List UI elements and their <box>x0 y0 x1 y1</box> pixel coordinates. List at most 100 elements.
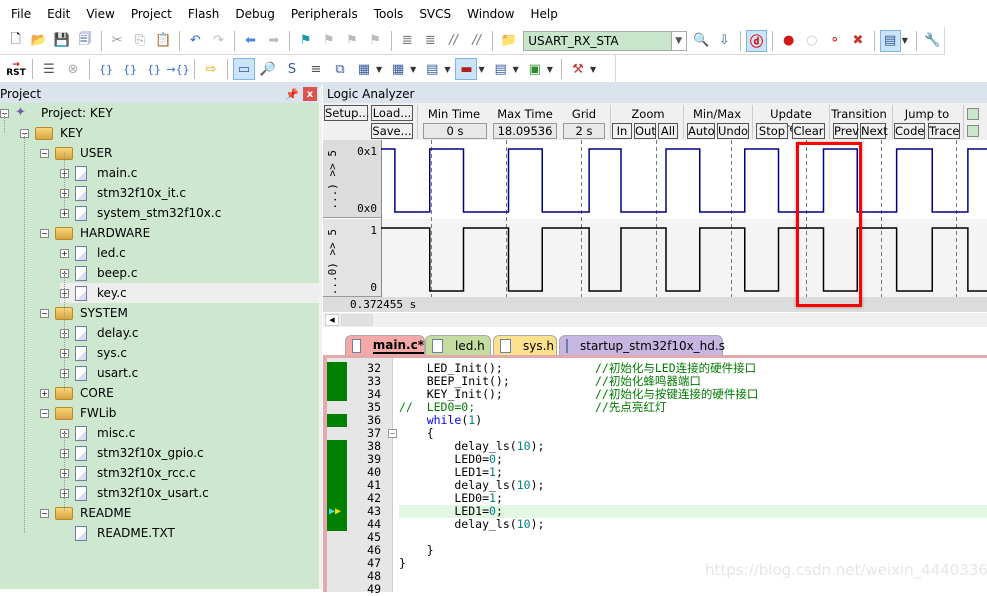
command-window-icon[interactable]: ▭ <box>233 58 255 80</box>
tree-item-sys-c[interactable]: + sys.c <box>60 343 127 363</box>
waveform-scrollbar[interactable]: ◀ <box>323 313 987 327</box>
expand-icon[interactable]: + <box>60 248 69 258</box>
amplitude-checkbox[interactable] <box>967 125 979 137</box>
tree-item-hardware[interactable]: − HARDWARE <box>40 223 150 243</box>
load-button[interactable]: Load... <box>371 105 413 121</box>
transition-prev-button[interactable]: Prev <box>833 123 859 139</box>
paste-icon[interactable]: 📋 <box>153 30 174 52</box>
navigate-back-icon[interactable]: ⬅ <box>240 30 261 52</box>
breakpoint-insert-icon[interactable]: ● <box>778 30 799 52</box>
incremental-find-icon[interactable]: ⇩ <box>714 30 735 52</box>
collapse-icon[interactable]: − <box>40 308 49 318</box>
menu-help[interactable]: Help <box>522 0 565 28</box>
tree-item-led-c[interactable]: + led.c <box>60 243 126 263</box>
tree-item-readme[interactable]: − README <box>40 503 131 523</box>
menu-edit[interactable]: Edit <box>39 0 78 28</box>
fold-collapse-icon[interactable]: − <box>388 429 397 438</box>
copy-icon[interactable]: ⎘ <box>130 30 151 52</box>
chevron-down-icon[interactable]: ▼ <box>902 36 908 45</box>
chevron-down-icon[interactable]: ▼ <box>547 65 553 74</box>
collapse-icon[interactable]: − <box>40 508 49 518</box>
pin-icon[interactable]: 📌 <box>285 88 299 101</box>
tab-led-h[interactable]: led.h <box>425 335 491 355</box>
bookmark-prev-icon[interactable]: ⚑ <box>318 30 339 52</box>
bookmark-clear-icon[interactable]: ⚑ <box>365 30 386 52</box>
disassembly-window-icon[interactable]: 🔎 <box>257 58 279 80</box>
find-icon[interactable]: 🔍 <box>691 30 712 52</box>
menu-window[interactable]: Window <box>459 0 522 28</box>
collapse-icon[interactable]: − <box>40 148 49 158</box>
tree-item-beep-c[interactable]: + beep.c <box>60 263 137 283</box>
signal-label-1[interactable]: ...0) >> 5 1 0 <box>323 219 381 297</box>
tree-item-project-key[interactable]: − ✦ Project: KEY <box>0 103 113 123</box>
tree-item-main-c[interactable]: + main.c <box>60 163 137 183</box>
open-file-icon[interactable]: 📂 <box>28 30 49 52</box>
indent-icon[interactable]: ≣ <box>397 30 418 52</box>
tree-item-user[interactable]: − USER <box>40 143 112 163</box>
scroll-left-icon[interactable]: ◀ <box>325 314 339 326</box>
show-next-statement-icon[interactable]: ⇨ <box>200 58 222 80</box>
find-in-files-icon[interactable]: 📁 <box>498 30 519 52</box>
update-clear-button[interactable]: Clear <box>792 123 825 139</box>
save-all-icon[interactable]: 🗐 <box>74 30 95 52</box>
tree-item-key-c[interactable]: + key.c <box>60 283 319 303</box>
unindent-icon[interactable]: ≣ <box>420 30 441 52</box>
show-cycles-checkbox[interactable] <box>967 108 979 120</box>
toolbox-icon[interactable]: ⚒ <box>567 58 589 80</box>
panel-splitter[interactable] <box>319 85 322 589</box>
new-file-icon[interactable]: 🗋 <box>5 30 26 52</box>
menu-project[interactable]: Project <box>123 0 180 28</box>
breakpoint-kill-all-icon[interactable]: ✖ <box>847 30 868 52</box>
menu-tools[interactable]: Tools <box>366 0 412 28</box>
code-line[interactable]: 49 <box>323 583 987 596</box>
reset-icon[interactable]: → RST <box>5 58 27 80</box>
tree-item-key[interactable]: − KEY <box>20 123 83 143</box>
scrollbar-thumb[interactable] <box>341 314 373 326</box>
setup-button[interactable]: Setup... <box>324 105 369 121</box>
tree-item-usart-c[interactable]: + usart.c <box>60 363 138 383</box>
chevron-down-icon[interactable]: ▼ <box>444 65 450 74</box>
jump-code-button[interactable]: Code <box>894 123 925 139</box>
minmax-auto-button[interactable]: Auto <box>687 123 715 139</box>
menu-debug[interactable]: Debug <box>227 0 282 28</box>
registers-window-icon[interactable]: ≡ <box>305 58 327 80</box>
run-to-cursor-icon[interactable]: →{} <box>166 58 189 80</box>
code-editor[interactable]: 32 LED_Init();//初始化与LED连接的硬件接口 33 BEEP_In… <box>323 355 987 596</box>
chevron-down-icon[interactable]: ▼ <box>513 65 519 74</box>
tree-item-system[interactable]: − SYSTEM <box>40 303 128 323</box>
configure-wrench-icon[interactable]: 🔧 <box>922 30 943 52</box>
window-layout-icon[interactable]: ▤ <box>879 29 901 52</box>
menu-peripherals[interactable]: Peripherals <box>283 0 366 28</box>
step-into-icon[interactable]: {} <box>95 58 117 80</box>
chevron-down-icon[interactable]: ▼ <box>376 65 382 74</box>
expand-icon[interactable]: + <box>40 388 49 398</box>
collapse-icon[interactable]: − <box>40 228 49 238</box>
tree-item-stm32f10x-usart-c[interactable]: + stm32f10x_usart.c <box>60 483 209 503</box>
tree-item-system-stm32f10x-c[interactable]: + system_stm32f10x.c <box>60 203 221 223</box>
code-line[interactable]: 44 delay_ls(10); <box>323 518 987 531</box>
tab-main-c-[interactable]: main.c* <box>345 335 425 355</box>
analysis-windows-icon[interactable]: ▬ <box>455 58 478 80</box>
tree-item-core[interactable]: + CORE <box>40 383 114 403</box>
cut-icon[interactable]: ✂ <box>106 30 127 52</box>
collapse-icon[interactable]: − <box>40 408 49 418</box>
tab-sys-h[interactable]: sys.h <box>493 335 557 355</box>
tree-item-stm32f10x-it-c[interactable]: + stm32f10x_it.c <box>60 183 186 203</box>
menu-file[interactable]: File <box>3 0 39 28</box>
chevron-down-icon[interactable]: ▼ <box>670 31 686 50</box>
tree-item-readme-txt[interactable]: +README.TXT <box>60 523 175 543</box>
chevron-down-icon[interactable]: ▼ <box>590 65 596 74</box>
system-viewer-icon[interactable]: ▣ <box>524 58 546 80</box>
chevron-down-icon[interactable]: ▼ <box>410 65 416 74</box>
close-icon[interactable]: x <box>303 87 317 101</box>
zoom-out-button[interactable]: Out <box>634 123 656 139</box>
step-over-icon[interactable]: {} <box>119 58 141 80</box>
comment-icon[interactable]: // <box>443 30 464 52</box>
navigate-forward-icon[interactable]: ➡ <box>263 30 284 52</box>
bookmark-next-icon[interactable]: ⚑ <box>341 30 362 52</box>
stop-icon[interactable]: ⊗ <box>62 58 84 80</box>
transition-next-button[interactable]: Next <box>860 123 888 139</box>
tree-item-stm32f10x-gpio-c[interactable]: + stm32f10x_gpio.c <box>60 443 204 463</box>
serial-windows-icon[interactable]: ▤ <box>421 58 443 80</box>
symbols-window-icon[interactable]: S <box>281 58 303 80</box>
